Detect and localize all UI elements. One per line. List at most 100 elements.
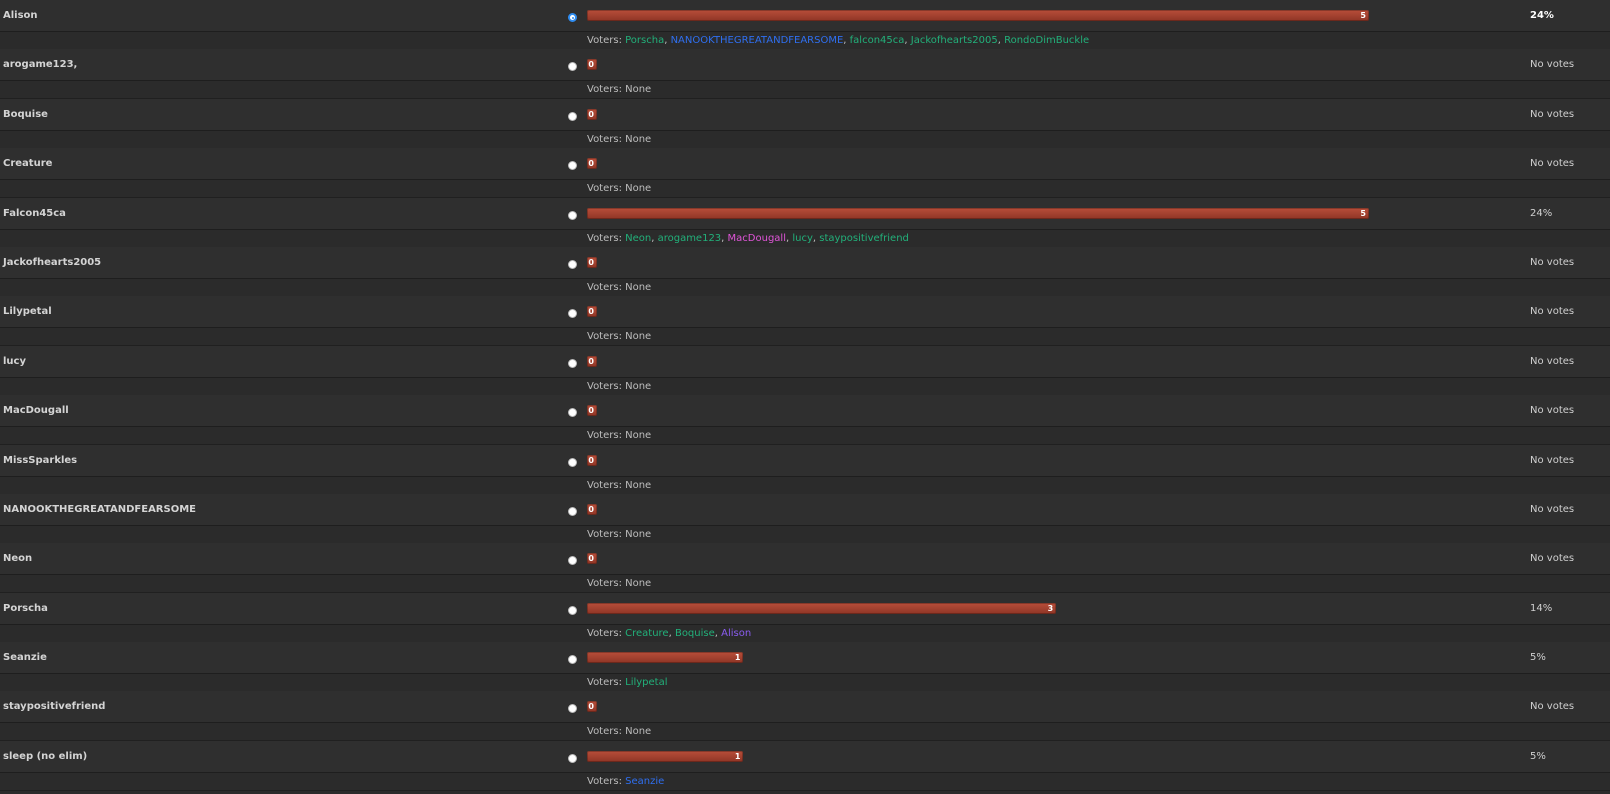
voters-row: Voters: None — [0, 278, 1610, 297]
voters-label: Voters: — [587, 133, 626, 145]
poll-option: Boquise 0 No votes Voters: None — [0, 98, 1610, 149]
option-label: Creature — [3, 158, 53, 170]
option-label: MissSparkles — [3, 454, 78, 466]
voters-label: Voters: — [587, 726, 626, 738]
voters-none: None — [625, 380, 652, 392]
poll-option: arogame123, 0 No votes Voters: None — [0, 49, 1610, 100]
vote-bar: 0 — [587, 59, 597, 71]
vote-bar: 0 — [587, 158, 597, 170]
option-radio[interactable] — [568, 408, 577, 418]
vote-count: 0 — [588, 109, 594, 119]
voters-label: Voters: — [587, 479, 626, 491]
voter-link[interactable]: Jackofhearts2005 — [911, 35, 998, 46]
poll-option: Neon 0 No votes Voters: None — [0, 543, 1610, 594]
voter-link[interactable]: lucy — [792, 233, 813, 244]
voter-link[interactable]: Alison — [721, 628, 751, 639]
voters-row: Voters: Lilypetal — [0, 674, 1610, 693]
option-row: Boquise 0 No votes — [0, 98, 1610, 131]
voters-row: Voters: None — [0, 180, 1610, 199]
voters-label: Voters: — [587, 578, 626, 590]
vote-count: 0 — [588, 60, 594, 70]
option-row: sleep (no elim) 1 5% — [0, 740, 1610, 773]
voter-link[interactable]: Boquise — [675, 628, 715, 639]
voter-link[interactable]: staypositivefriend — [819, 233, 909, 244]
voters-none: None — [625, 726, 652, 738]
voters-row: Voters: Neon, arogame123, MacDougall, lu… — [0, 229, 1610, 248]
voters-label: Voters: — [587, 331, 626, 343]
vote-count: 5 — [1360, 11, 1366, 20]
option-label: Neon — [3, 553, 33, 565]
option-radio[interactable] — [568, 111, 577, 121]
voter-link[interactable]: RondoDimBuckle — [1004, 35, 1089, 46]
vote-percentage: No votes — [1530, 108, 1575, 120]
voters-list: Voters: None — [587, 134, 651, 145]
voters-row: Voters: Seanzie — [0, 772, 1610, 791]
voters-none: None — [625, 479, 652, 491]
vote-bar: 1 — [587, 750, 744, 762]
option-row: Neon 0 No votes — [0, 543, 1610, 576]
voters-label: Voters: — [587, 528, 626, 540]
option-row: Alison 5 24% — [0, 0, 1610, 32]
voter-link[interactable]: MacDougall — [728, 233, 786, 244]
option-row: NANOOKTHEGREATANDFEARSOME 0 No votes — [0, 493, 1610, 526]
option-radio[interactable] — [568, 704, 577, 714]
vote-count: 0 — [588, 702, 594, 712]
voters-list: Voters: Seanzie — [587, 776, 664, 787]
voters-list: Voters: None — [587, 183, 651, 194]
voters-label: Voters: — [587, 35, 626, 46]
voters-list: Voters: None — [587, 430, 651, 441]
option-label: arogame123, — [3, 59, 78, 71]
option-radio[interactable] — [568, 358, 577, 368]
option-radio[interactable] — [568, 506, 577, 516]
vote-count: 0 — [588, 159, 594, 169]
voter-link[interactable]: NANOOKTHEGREATANDFEARSOME — [671, 35, 844, 46]
vote-bar: 0 — [587, 355, 597, 367]
poll-option: Lilypetal 0 No votes Voters: None — [0, 296, 1610, 347]
vote-percentage: No votes — [1530, 405, 1575, 417]
option-radio[interactable] — [568, 210, 577, 220]
option-radio[interactable] — [568, 259, 577, 269]
option-radio[interactable] — [568, 753, 577, 763]
voter-link[interactable]: Lilypetal — [625, 677, 667, 688]
option-row: Falcon45ca 5 24% — [0, 197, 1610, 230]
option-radio[interactable] — [568, 62, 577, 72]
voters-label: Voters: — [587, 380, 626, 392]
poll-option: MissSparkles 0 No votes Voters: None — [0, 444, 1610, 495]
option-radio[interactable] — [568, 161, 577, 171]
vote-bar: 0 — [587, 503, 597, 515]
voters-row: Voters: None — [0, 328, 1610, 347]
voters-none: None — [625, 430, 652, 442]
voter-link[interactable]: Neon — [625, 233, 651, 244]
option-radio[interactable] — [568, 556, 577, 566]
voter-link[interactable]: Porscha — [625, 35, 664, 46]
vote-count: 0 — [588, 356, 594, 366]
vote-bar: 5 — [587, 207, 1369, 219]
vote-count: 1 — [734, 751, 741, 761]
vote-count: 3 — [1047, 603, 1054, 613]
option-radio[interactable] — [568, 655, 577, 665]
voters-row: Voters: None — [0, 723, 1610, 742]
voters-list: Voters: None — [587, 578, 651, 589]
voters-row: Voters: None — [0, 476, 1610, 495]
vote-percentage: No votes — [1530, 256, 1575, 268]
voter-link[interactable]: arogame123 — [658, 233, 722, 244]
voters-list: Voters: None — [587, 282, 651, 293]
voter-link[interactable]: Creature — [625, 628, 668, 639]
option-radio[interactable] — [568, 13, 577, 22]
voter-link[interactable]: falcon45ca — [850, 35, 905, 46]
vote-bar: 0 — [587, 553, 597, 565]
voters-list: Voters: Lilypetal — [587, 677, 668, 688]
poll-option: staypositivefriend 0 No votes Voters: None — [0, 691, 1610, 742]
vote-bar: 0 — [587, 108, 597, 120]
voters-row: Voters: None — [0, 81, 1610, 100]
voter-link[interactable]: Seanzie — [625, 776, 664, 787]
option-radio[interactable] — [568, 309, 577, 319]
option-label: Alison — [3, 10, 38, 21]
vote-count: 0 — [588, 406, 594, 416]
option-radio[interactable] — [568, 457, 577, 467]
option-row: Jackofhearts2005 0 No votes — [0, 246, 1610, 279]
option-label: Seanzie — [3, 652, 47, 664]
option-row: lucy 0 No votes — [0, 345, 1610, 378]
poll-option: Seanzie 1 5% Voters: Lilypetal — [0, 642, 1610, 693]
option-radio[interactable] — [568, 605, 577, 615]
